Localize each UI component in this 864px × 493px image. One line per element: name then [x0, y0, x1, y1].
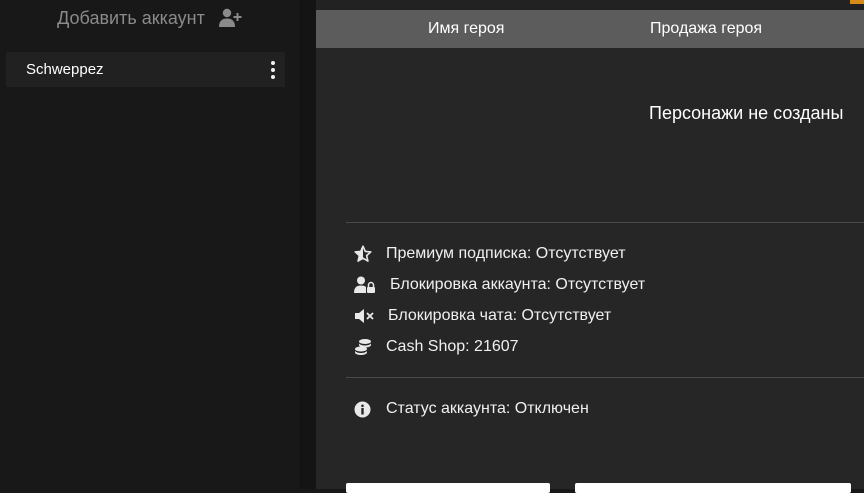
- info-icon: [354, 399, 376, 419]
- account-block-status: Блокировка аккаунта: Отсутствует: [390, 276, 646, 293]
- accent-mark: [850, 0, 864, 4]
- bottom-button-left[interactable]: [346, 483, 550, 493]
- premium-row: Премиум подписка: Отсутствует: [354, 244, 626, 264]
- chat-block-status: Блокировка чата: Отсутствует: [388, 307, 612, 324]
- account-status-row: Статус аккаунта: Отключен: [354, 399, 589, 419]
- mute-icon: [354, 306, 378, 326]
- coins-icon: [354, 337, 376, 357]
- star-icon: [354, 244, 376, 264]
- sidebar: Добавить аккаунт Schweppez: [0, 0, 301, 489]
- add-account-label: Добавить аккаунт: [57, 7, 205, 28]
- user-plus-icon: [218, 8, 243, 28]
- top-strip: [316, 0, 864, 10]
- chat-block-row: Блокировка чата: Отсутствует: [354, 306, 611, 326]
- divider: [346, 377, 864, 378]
- cash-shop-balance: Cash Shop: 21607: [386, 338, 519, 355]
- account-status: Статус аккаунта: Отключен: [386, 400, 589, 417]
- account-name: Schweppez: [26, 61, 104, 78]
- bottom-button-right[interactable]: [575, 483, 851, 493]
- account-panel: Имя героя Продажа героя Персонажи не соз…: [316, 0, 864, 493]
- cash-shop-row: Cash Shop: 21607: [354, 337, 519, 357]
- user-lock-icon: [354, 275, 380, 295]
- scroll-gutter: [301, 0, 316, 489]
- empty-heroes-message: Персонажи не созданы: [649, 103, 844, 123]
- account-item-schweppez[interactable]: Schweppez: [6, 52, 285, 87]
- column-hero-sale: Продажа героя: [650, 20, 763, 37]
- add-account-button[interactable]: Добавить аккаунт: [0, 0, 300, 36]
- heroes-table-header: Имя героя Продажа героя: [316, 10, 864, 48]
- premium-status: Премиум подписка: Отсутствует: [386, 245, 626, 262]
- divider: [346, 222, 864, 223]
- column-hero-name: Имя героя: [428, 20, 505, 37]
- kebab-menu-icon[interactable]: [269, 57, 277, 83]
- account-block-row: Блокировка аккаунта: Отсутствует: [354, 275, 645, 295]
